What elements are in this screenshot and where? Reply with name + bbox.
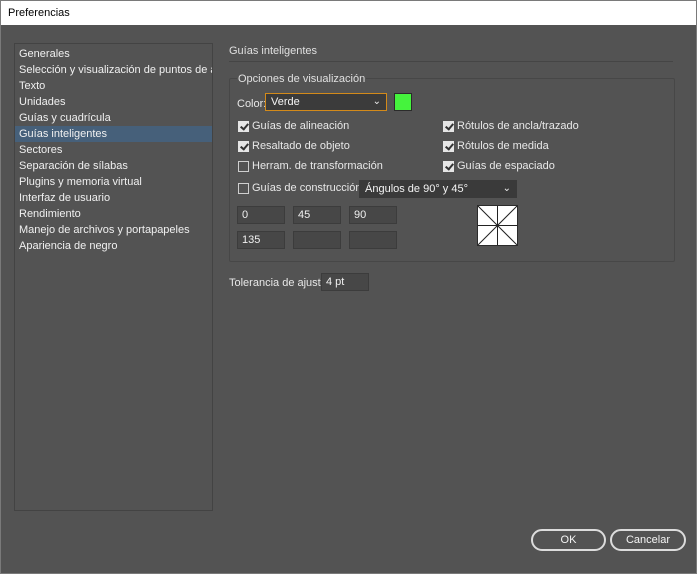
display-options-title: Opciones de visualización	[237, 73, 367, 85]
object-highlighting-label: Resaltado de objeto	[252, 140, 350, 152]
chevron-down-icon: ⌄	[502, 183, 511, 194]
spacing-guides-label: Guías de espaciado	[457, 160, 555, 172]
chevron-down-icon: ⌄	[372, 96, 381, 107]
sidebar-item-user-interface[interactable]: Interfaz de usuario	[15, 190, 212, 206]
color-swatch[interactable]	[394, 93, 412, 111]
preferences-dialog: Preferencias Generales Selección y visua…	[0, 0, 697, 574]
sidebar-item-guides-grid[interactable]: Guías y cuadrícula	[15, 110, 212, 126]
snapping-tolerance-input[interactable]: 4 pt	[321, 273, 369, 291]
angle-field-1[interactable]: 0	[237, 206, 285, 224]
sidebar-item-plugins[interactable]: Plugins y memoria virtual	[15, 174, 212, 190]
preferences-category-list[interactable]: Generales Selección y visualización de p…	[14, 43, 213, 511]
measurement-labels-label: Rótulos de medida	[457, 140, 549, 152]
spacing-guides-checkbox[interactable]	[443, 161, 454, 172]
cancel-button[interactable]: Cancelar	[610, 529, 686, 551]
alignment-guides-checkbox[interactable]	[238, 121, 249, 132]
alignment-guides-label: Guías de alineación	[252, 120, 350, 132]
sidebar-item-black-appearance[interactable]: Apariencia de negro	[15, 238, 212, 254]
color-select-value: Verde	[271, 96, 300, 108]
section-divider	[229, 61, 673, 62]
color-label: Color:	[237, 98, 267, 110]
angle-field-5[interactable]	[293, 231, 341, 249]
angle-field-2[interactable]: 45	[293, 206, 341, 224]
window-title: Preferencias	[8, 7, 70, 19]
angle-field-3[interactable]: 90	[349, 206, 397, 224]
sidebar-item-file-handling[interactable]: Manejo de archivos y portapapeles	[15, 222, 212, 238]
angle-field-6[interactable]	[349, 231, 397, 249]
anchor-path-labels-label: Rótulos de ancla/trazado	[457, 120, 579, 132]
sidebar-item-smart-guides[interactable]: Guías inteligentes	[15, 126, 212, 142]
section-title: Guías inteligentes	[229, 45, 318, 57]
sidebar-item-generales[interactable]: Generales	[15, 46, 212, 62]
angle-field-4[interactable]: 135	[237, 231, 285, 249]
sidebar-item-performance[interactable]: Rendimiento	[15, 206, 212, 222]
transform-tools-label: Herram. de transformación	[252, 160, 383, 172]
construction-angles-select[interactable]: Ángulos de 90° y 45° ⌄	[359, 180, 517, 198]
angle-preview-icon	[477, 205, 518, 246]
title-bar: Preferencias	[1, 1, 696, 25]
sidebar-item-anchor-selection[interactable]: Selección y visualización de puntos de a…	[15, 62, 212, 78]
construction-angles-value: Ángulos de 90° y 45°	[365, 183, 468, 195]
snapping-tolerance-label: Tolerancia de ajuste:	[229, 277, 330, 289]
ok-button[interactable]: OK	[531, 529, 606, 551]
sidebar-item-unidades[interactable]: Unidades	[15, 94, 212, 110]
color-select[interactable]: Verde ⌄	[265, 93, 387, 111]
sidebar-item-hyphenation[interactable]: Separación de sílabas	[15, 158, 212, 174]
sidebar-item-texto[interactable]: Texto	[15, 78, 212, 94]
object-highlighting-checkbox[interactable]	[238, 141, 249, 152]
sidebar-item-sectores[interactable]: Sectores	[15, 142, 212, 158]
measurement-labels-checkbox[interactable]	[443, 141, 454, 152]
anchor-path-labels-checkbox[interactable]	[443, 121, 454, 132]
transform-tools-checkbox[interactable]	[238, 161, 249, 172]
construction-guides-checkbox[interactable]	[238, 183, 249, 194]
construction-guides-label: Guías de construcción:	[252, 182, 365, 194]
